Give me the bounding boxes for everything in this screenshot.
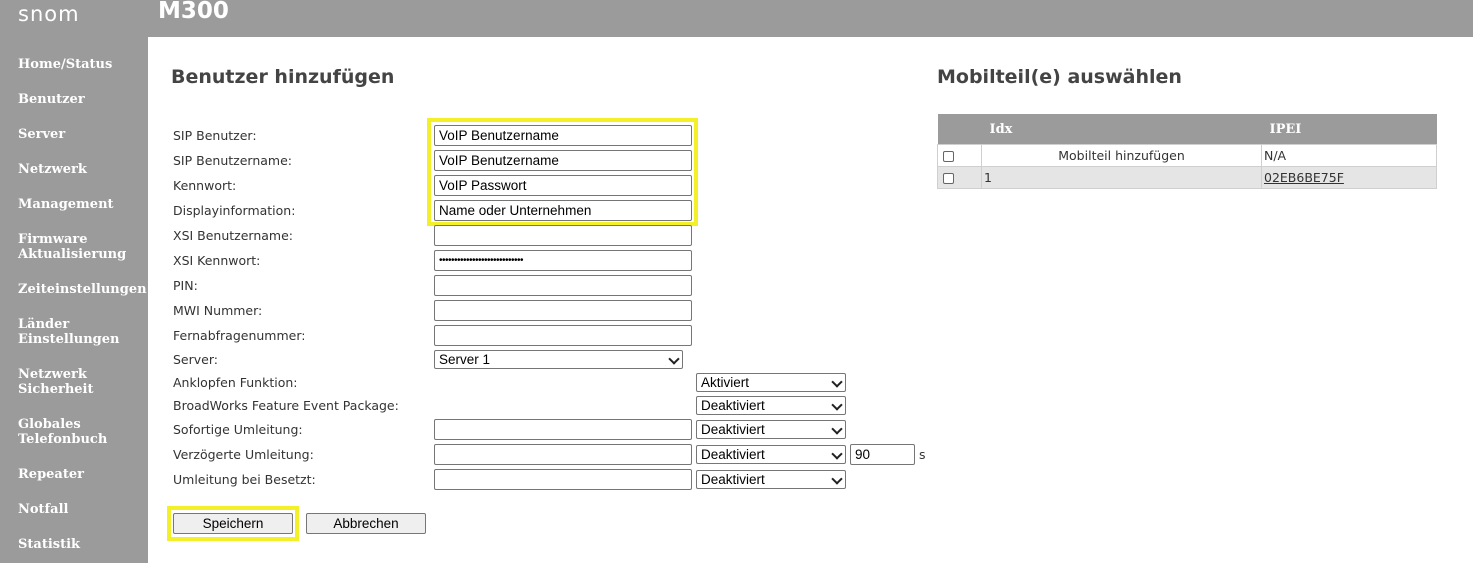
sidebar-item-laender[interactable]: Länder Einstellungen [18,317,146,347]
chevron-down-icon [831,448,843,460]
pin-input[interactable] [434,275,692,296]
xsi-username-input[interactable] [434,225,692,246]
server-select-value: Server 1 [439,352,491,367]
table-cell-idx: Mobilteil hinzufügen [981,144,1262,167]
sidebar-item-telefonbuch[interactable]: Globales Telefonbuch [18,417,146,447]
immediate-forward-select[interactable]: Deaktiviert [696,420,846,439]
table-header-row: Idx IPEI [937,114,1437,145]
label-busy-forward: Umleitung bei Besetzt: [173,472,316,487]
delayed-forward-select-value: Deaktiviert [701,447,765,462]
chevron-down-icon [831,423,843,435]
label-call-waiting: Anklopfen Funktion: [173,375,298,390]
handsets-title: Mobilteil(e) auswählen [937,66,1182,88]
sip-username-input[interactable]: VoIP Benutzername [434,150,692,171]
delayed-forward-input[interactable] [434,444,692,465]
handsets-table: Idx IPEI Mobilteil hinzufügen N/A 1 02EB… [937,114,1437,189]
table-cell-idx: 1 [981,166,1262,189]
label-xsi-password: XSI Kennwort: [173,253,261,268]
label-mwi: MWI Nummer: [173,303,263,318]
busy-forward-input[interactable] [434,469,692,490]
call-waiting-select[interactable]: Aktiviert [696,373,846,392]
delay-unit-label: s [919,447,926,462]
table-row: 1 02EB6BE75F [937,166,1437,189]
busy-forward-select[interactable]: Deaktiviert [696,470,846,489]
mwi-input[interactable] [434,300,692,321]
chevron-down-icon [668,353,680,365]
xsi-password-input[interactable]: •••••••••••••••••••••••••••• [434,250,692,271]
immediate-forward-input[interactable] [434,419,692,440]
label-sip-user: SIP Benutzer: [173,128,257,143]
top-bar: snom M300 [0,0,1473,37]
label-sip-username: SIP Benutzername: [173,153,292,168]
sidebar-item-management[interactable]: Management [18,197,146,212]
label-password: Kennwort: [173,178,237,193]
sidebar-item-benutzer[interactable]: Benutzer [18,92,146,107]
sidebar-item-repeater[interactable]: Repeater [18,467,146,482]
delayed-forward-select[interactable]: Deaktiviert [696,445,846,464]
handset-1-checkbox[interactable] [943,173,954,184]
busy-forward-select-value: Deaktiviert [701,472,765,487]
remote-query-input[interactable] [434,325,692,346]
chevron-down-icon [831,376,843,388]
server-select[interactable]: Server 1 [434,350,683,369]
label-xsi-username: XSI Benutzername: [173,228,294,243]
label-server: Server: [173,352,218,367]
label-broadworks: BroadWorks Feature Event Package: [173,398,399,413]
sidebar-item-statistik[interactable]: Statistik [18,537,146,552]
label-remote-query: Fernabfragenummer: [173,328,306,343]
sidebar-item-notfall[interactable]: Notfall [18,502,146,517]
broadworks-select-value: Deaktiviert [701,398,765,413]
display-info-input[interactable]: Name oder Unternehmen [434,200,692,221]
table-cell-ipei: 02EB6BE75F [1261,166,1437,189]
chevron-down-icon [831,399,843,411]
col-header-idx: Idx [981,114,1262,145]
add-handset-checkbox[interactable] [943,151,954,162]
delay-seconds-input[interactable]: 90 [850,444,915,465]
row-checkbox-cell [937,144,982,167]
label-display-info: Displayinformation: [173,203,296,218]
form-title: Benutzer hinzufügen [171,66,395,88]
broadworks-select[interactable]: Deaktiviert [696,396,846,415]
immediate-forward-select-value: Deaktiviert [701,422,765,437]
call-waiting-select-value: Aktiviert [701,375,750,390]
label-delayed-forward: Verzögerte Umleitung: [173,447,314,462]
sip-user-input[interactable]: VoIP Benutzername [434,125,692,146]
sidebar-item-home-status[interactable]: Home/Status [18,57,146,72]
sidebar: Home/Status Benutzer Server Netzwerk Man… [0,37,148,563]
row-checkbox-cell [937,166,982,189]
table-row: Mobilteil hinzufügen N/A [937,144,1437,167]
table-cell-ipei: N/A [1261,144,1437,167]
label-immediate-forward: Sofortige Umleitung: [173,422,303,437]
save-button[interactable]: Speichern [173,513,293,534]
col-header-select [937,114,982,145]
password-input[interactable]: VoIP Passwort [434,175,692,196]
snom-logo: snom [18,2,80,26]
chevron-down-icon [831,473,843,485]
sidebar-item-zeiteinstellungen[interactable]: Zeiteinstellungen [18,282,147,297]
sidebar-item-firmware[interactable]: Firmware Aktualisierung [18,232,146,262]
sidebar-item-netzwerk-sicherheit[interactable]: Netzwerk Sicherheit [18,367,146,397]
cancel-button[interactable]: Abbrechen [306,513,426,534]
label-pin: PIN: [173,278,198,293]
ipei-link[interactable]: 02EB6BE75F [1264,170,1344,185]
model-title: M300 [158,0,229,24]
sidebar-item-netzwerk[interactable]: Netzwerk [18,162,146,177]
col-header-ipei: IPEI [1261,114,1437,145]
sidebar-item-server[interactable]: Server [18,127,146,142]
